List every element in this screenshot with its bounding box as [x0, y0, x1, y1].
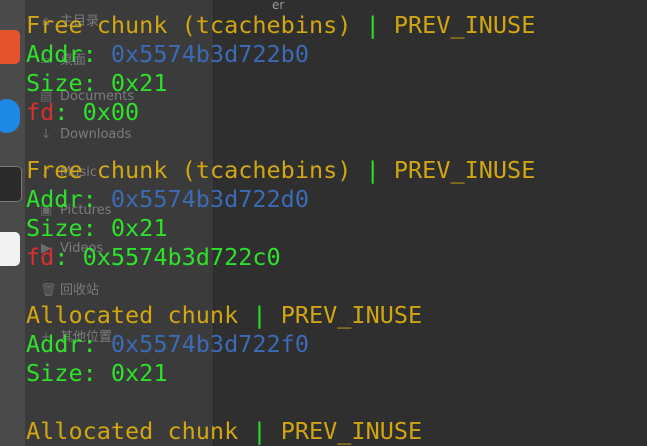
text-editor-icon[interactable] — [0, 232, 20, 266]
chunk-addr: Addr: 0x5574b3d722f0 — [26, 330, 309, 359]
fd-separator: : — [54, 243, 83, 271]
terminal-app-icon[interactable] — [0, 166, 22, 202]
addr-label: Addr: — [26, 185, 111, 213]
addr-label: Addr: — [26, 40, 111, 68]
addr-value: 0x5574b3d722b0 — [110, 40, 309, 68]
chunk-addr: Addr: 0x5574b3d722d0 — [26, 185, 309, 214]
chunk-size: Size: 0x21 — [26, 69, 167, 98]
size-value: 0x21 — [110, 69, 168, 97]
fd-value: 0x00 — [82, 98, 140, 126]
desktop-screen: er ⌂ 主目录 ▭ 桌面 ▤ Documents ↓ Downloads ♪ Music… — [0, 0, 647, 446]
chunk-addr: Addr: 0x5574b3d722b0 — [26, 40, 309, 69]
chunk-fd: fd: 0x5574b3d722c0 — [26, 243, 281, 272]
chunk-header: Allocated chunk | PREV_INUSE — [26, 417, 422, 446]
chunk-header: Free chunk (tcachebins) | PREV_INUSE — [26, 156, 535, 185]
size-label: Size: — [26, 69, 111, 97]
chunk-flag: PREV_INUSE — [280, 301, 423, 329]
separator: | — [238, 417, 281, 445]
chunk-flag: PREV_INUSE — [393, 11, 536, 39]
chunk-type: Free chunk (tcachebins) — [26, 11, 352, 39]
fd-value: 0x5574b3d722c0 — [82, 243, 281, 271]
addr-value: 0x5574b3d722d0 — [110, 185, 309, 213]
chunk-size: Size: 0x21 — [26, 359, 167, 388]
chunk-fd: fd: 0x00 — [26, 98, 139, 127]
separator: | — [351, 11, 394, 39]
chunk-header: Allocated chunk | PREV_INUSE — [26, 301, 422, 330]
chunk-flag: PREV_INUSE — [280, 417, 423, 445]
chunk-header: Free chunk (tcachebins) | PREV_INUSE — [26, 11, 535, 40]
addr-label: Addr: — [26, 330, 111, 358]
size-value: 0x21 — [110, 214, 168, 242]
size-label: Size: — [26, 214, 111, 242]
separator: | — [351, 156, 394, 184]
launcher-dock — [0, 0, 26, 446]
separator: | — [238, 301, 281, 329]
fd-label: fd — [26, 243, 55, 271]
chunk-type: Allocated chunk — [26, 301, 239, 329]
addr-value: 0x5574b3d722f0 — [110, 330, 309, 358]
chunk-type: Allocated chunk — [26, 417, 239, 445]
fd-separator: : — [54, 98, 83, 126]
size-value: 0x21 — [110, 359, 168, 387]
software-center-icon[interactable] — [0, 30, 20, 64]
terminal-output[interactable]: Free chunk (tcachebins) | PREV_INUSE Add… — [25, 0, 647, 446]
fd-label: fd — [26, 98, 55, 126]
size-label: Size: — [26, 359, 111, 387]
help-icon[interactable] — [0, 99, 20, 133]
chunk-type: Free chunk (tcachebins) — [26, 156, 352, 184]
chunk-flag: PREV_INUSE — [393, 156, 536, 184]
chunk-size: Size: 0x21 — [26, 214, 167, 243]
